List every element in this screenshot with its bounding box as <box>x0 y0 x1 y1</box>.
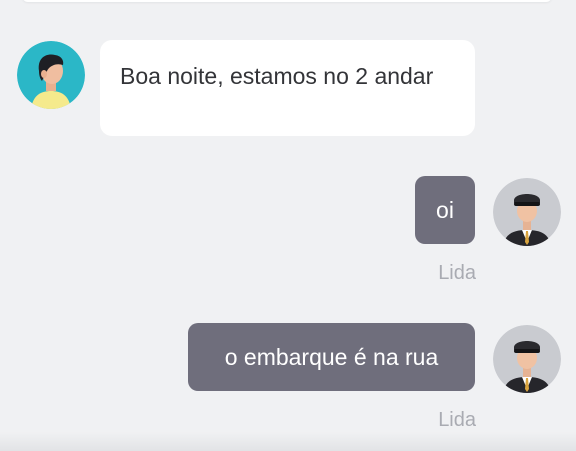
previous-message-card <box>22 0 552 2</box>
read-status: Lida <box>438 262 476 284</box>
message-text: o embarque é na rua <box>224 343 439 370</box>
message-text: oi <box>436 196 454 223</box>
driver-avatar-icon[interactable] <box>493 325 561 393</box>
outgoing-message-bubble[interactable]: o embarque é na rua <box>188 323 475 391</box>
input-area-edge <box>0 432 576 451</box>
driver-avatar-icon[interactable] <box>493 178 561 246</box>
outgoing-message-bubble[interactable]: oi <box>415 176 475 244</box>
incoming-message-bubble[interactable]: Boa noite, estamos no 2 andar <box>100 40 475 136</box>
user-avatar-icon[interactable] <box>17 41 85 109</box>
read-status: Lida <box>438 409 476 431</box>
message-text: Boa noite, estamos no 2 andar <box>120 63 434 89</box>
